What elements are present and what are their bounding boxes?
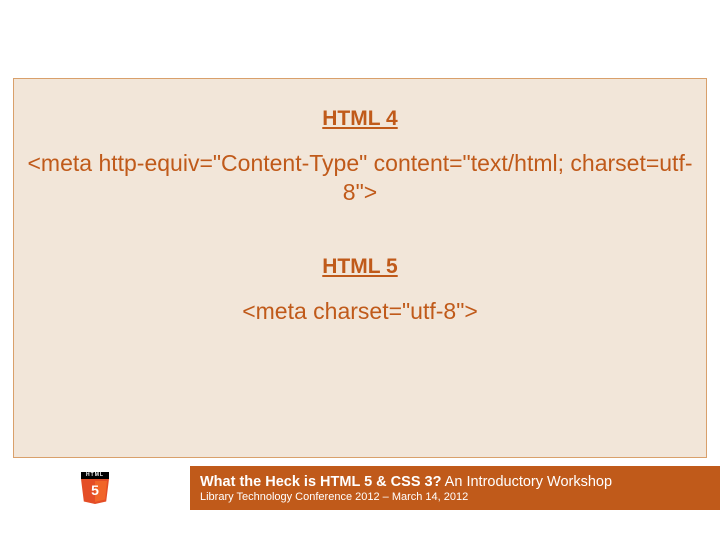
slide-content: HTML 4 <meta http-equiv="Content-Type" c… bbox=[13, 78, 707, 458]
html5-logo-icon: HTML 5 bbox=[81, 472, 109, 504]
html4-code: <meta http-equiv="Content-Type" content=… bbox=[14, 149, 706, 207]
slide-footer: HTML 5 What the Heck is HTML 5 & CSS 3? … bbox=[0, 466, 720, 510]
footer-title: What the Heck is HTML 5 & CSS 3? An Intr… bbox=[200, 475, 710, 491]
footer-text-area: What the Heck is HTML 5 & CSS 3? An Intr… bbox=[190, 466, 720, 510]
html4-heading: HTML 4 bbox=[14, 107, 706, 131]
footer-title-bold: What the Heck is HTML 5 & CSS 3? bbox=[200, 474, 441, 490]
html5-logo-top: HTML bbox=[81, 472, 109, 479]
footer-logo-area: HTML 5 bbox=[0, 466, 190, 510]
html5-heading: HTML 5 bbox=[14, 255, 706, 279]
html5-code: <meta charset="utf-8"> bbox=[14, 297, 706, 326]
footer-subtitle: Library Technology Conference 2012 – Mar… bbox=[200, 491, 710, 503]
footer-title-rest: An Introductory Workshop bbox=[441, 474, 612, 490]
html5-logo-number: 5 bbox=[81, 482, 109, 498]
